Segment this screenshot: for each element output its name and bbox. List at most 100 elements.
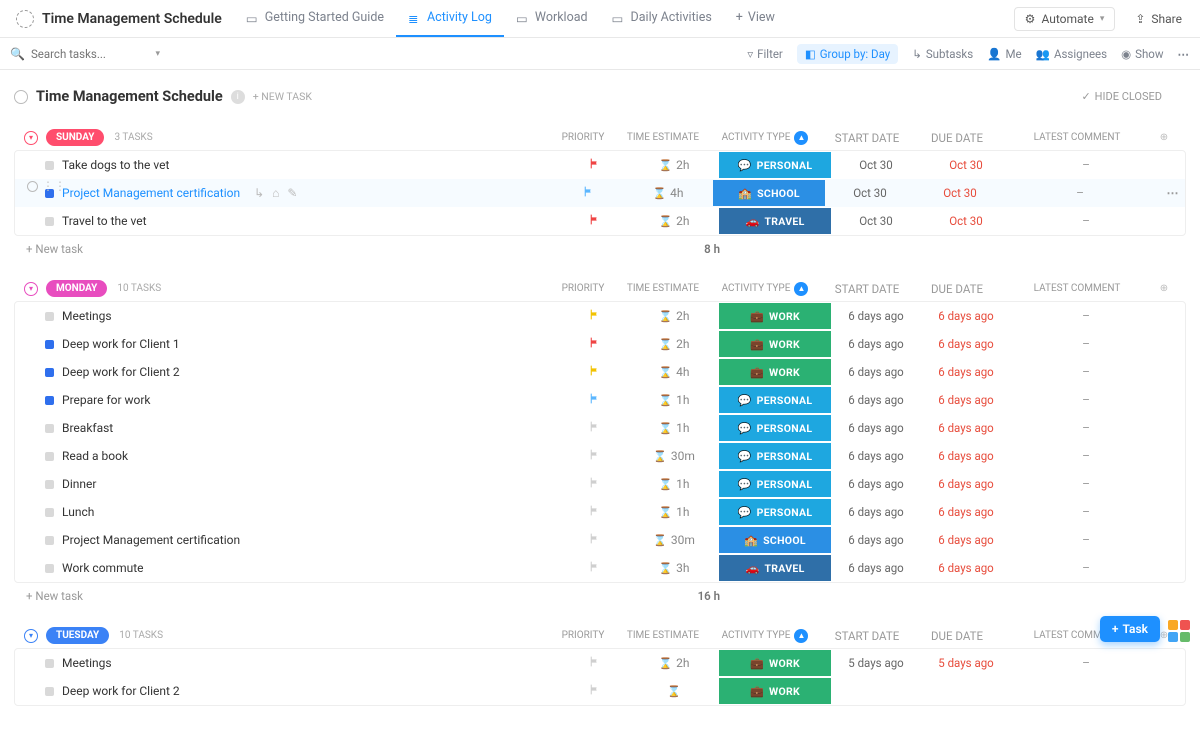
col-activity-type[interactable]: ACTIVITY TYPE▲ — [709, 131, 821, 145]
hide-closed-button[interactable]: ✓ HIDE CLOSED — [1081, 90, 1162, 103]
group-collapse-toggle[interactable]: ▾ — [24, 131, 38, 145]
col-priority[interactable]: PRIORITY — [548, 630, 618, 641]
task-name[interactable]: Work commute — [62, 561, 144, 575]
add-view-button[interactable]: + View — [724, 10, 787, 27]
due-date-cell[interactable]: 6 days ago — [921, 309, 1011, 323]
task-name[interactable]: Dinner — [62, 477, 96, 491]
chevron-down-icon[interactable]: ▾ — [155, 49, 160, 59]
latest-comment-cell[interactable]: – — [1005, 186, 1155, 200]
drag-handle-icon[interactable]: ⋮⋮ — [42, 179, 66, 193]
time-estimate-cell[interactable]: ⌛2h — [629, 337, 719, 351]
status-square[interactable] — [45, 659, 54, 668]
group-badge[interactable]: SUNDAY — [46, 129, 104, 146]
latest-comment-cell[interactable]: – — [1011, 421, 1161, 435]
task-row[interactable]: Work commute ⌛3h 🚗TRAVEL 6 days ago 6 da… — [15, 554, 1185, 582]
automate-button[interactable]: ⚙ Automate ▾ — [1014, 7, 1116, 31]
task-name[interactable]: Travel to the vet — [62, 214, 147, 228]
priority-flag[interactable] — [559, 683, 629, 699]
apps-grid-button[interactable] — [1168, 620, 1190, 642]
start-date-cell[interactable]: 6 days ago — [831, 505, 921, 519]
task-name[interactable]: Read a book — [62, 449, 128, 463]
edit-icon[interactable]: ✎ — [287, 186, 297, 200]
time-estimate-cell[interactable]: ⌛ — [629, 685, 719, 698]
activity-type-cell[interactable]: 💬PERSONAL — [719, 443, 831, 469]
task-row[interactable]: Lunch ⌛1h 💬PERSONAL 6 days ago 6 days ag… — [15, 498, 1185, 526]
activity-type-cell[interactable]: 💼WORK — [719, 303, 831, 329]
col-latest-comment[interactable]: LATEST COMMENT — [1002, 132, 1152, 143]
task-row[interactable]: Deep work for Client 2 ⌛ 💼WORK — [15, 677, 1185, 705]
new-task-floating-button[interactable]: + Task — [1100, 616, 1160, 642]
activity-type-cell[interactable]: 🚗TRAVEL — [719, 208, 831, 234]
task-name[interactable]: Prepare for work — [62, 393, 151, 407]
priority-flag[interactable] — [559, 336, 629, 352]
latest-comment-cell[interactable]: – — [1011, 656, 1161, 670]
task-name[interactable]: Deep work for Client 2 — [62, 365, 180, 379]
activity-type-cell[interactable]: 💼WORK — [719, 650, 831, 676]
due-date-cell[interactable]: 6 days ago — [921, 421, 1011, 435]
subtask-icon[interactable]: ↳ — [254, 186, 264, 200]
task-row[interactable]: Take dogs to the vet ⌛2h 💬PERSONAL Oct 3… — [15, 151, 1185, 179]
start-date-cell[interactable]: 5 days ago — [831, 656, 921, 670]
activity-type-cell[interactable]: 💬PERSONAL — [719, 415, 831, 441]
col-due-date[interactable]: DUE DATE — [912, 282, 1002, 296]
col-due-date[interactable]: DUE DATE — [912, 629, 1002, 643]
task-row[interactable]: Dinner ⌛1h 💬PERSONAL 6 days ago 6 days a… — [15, 470, 1185, 498]
assignees-button[interactable]: 👥Assignees — [1036, 47, 1107, 61]
due-date-cell[interactable]: Oct 30 — [921, 214, 1011, 228]
share-button[interactable]: ⇪ Share — [1125, 8, 1192, 30]
activity-type-cell[interactable]: 💼WORK — [719, 359, 831, 385]
latest-comment-cell[interactable]: – — [1011, 393, 1161, 407]
priority-flag[interactable] — [559, 476, 629, 492]
time-estimate-cell[interactable]: ⌛2h — [629, 656, 719, 670]
task-name[interactable]: Breakfast — [62, 421, 113, 435]
latest-comment-cell[interactable]: – — [1011, 449, 1161, 463]
start-date-cell[interactable]: 6 days ago — [831, 309, 921, 323]
due-date-cell[interactable]: 6 days ago — [921, 337, 1011, 351]
status-square[interactable] — [45, 340, 54, 349]
select-handle[interactable] — [27, 181, 38, 192]
time-estimate-cell[interactable]: ⌛4h — [623, 186, 713, 200]
latest-comment-cell[interactable]: – — [1011, 158, 1161, 172]
time-estimate-cell[interactable]: ⌛2h — [629, 214, 719, 228]
task-name[interactable]: Deep work for Client 2 — [62, 684, 180, 698]
activity-type-cell[interactable]: 🚗TRAVEL — [719, 555, 831, 581]
time-estimate-cell[interactable]: ⌛1h — [629, 477, 719, 491]
latest-comment-cell[interactable]: – — [1011, 505, 1161, 519]
start-date-cell[interactable]: 6 days ago — [831, 533, 921, 547]
time-estimate-cell[interactable]: ⌛4h — [629, 365, 719, 379]
latest-comment-cell[interactable]: – — [1011, 337, 1161, 351]
due-date-cell[interactable]: 5 days ago — [921, 656, 1011, 670]
activity-type-cell[interactable]: 🏫SCHOOL — [713, 180, 825, 206]
due-date-cell[interactable]: 6 days ago — [921, 561, 1011, 575]
tab-daily-activities[interactable]: ▭Daily Activities — [600, 0, 724, 37]
activity-type-cell[interactable]: 🏫SCHOOL — [719, 527, 831, 553]
task-name[interactable]: Lunch — [62, 505, 94, 519]
activity-type-cell[interactable]: 💬PERSONAL — [719, 471, 831, 497]
status-square[interactable] — [45, 452, 54, 461]
task-row[interactable]: Read a book ⌛30m 💬PERSONAL 6 days ago 6 … — [15, 442, 1185, 470]
task-row[interactable]: Meetings ⌛2h 💼WORK 5 days ago 5 days ago… — [15, 649, 1185, 677]
col-priority[interactable]: PRIORITY — [548, 132, 618, 143]
status-square[interactable] — [45, 424, 54, 433]
priority-flag[interactable] — [559, 213, 629, 229]
activity-type-cell[interactable]: 💬PERSONAL — [719, 152, 831, 178]
time-estimate-cell[interactable]: ⌛3h — [629, 561, 719, 575]
priority-flag[interactable] — [559, 157, 629, 173]
priority-flag[interactable] — [559, 560, 629, 576]
new-task-inline[interactable]: + New task — [26, 242, 83, 256]
task-row[interactable]: Travel to the vet ⌛2h 🚗TRAVEL Oct 30 Oct… — [15, 207, 1185, 235]
activity-type-cell[interactable]: 💼WORK — [719, 331, 831, 357]
group-collapse-toggle[interactable]: ▾ — [24, 629, 38, 643]
activity-type-cell[interactable]: 💬PERSONAL — [719, 387, 831, 413]
task-row[interactable]: Project Management certification ↳⌂✎ ⌛4h… — [15, 179, 1185, 207]
col-latest-comment[interactable]: LATEST COMMENT — [1002, 283, 1152, 294]
start-date-cell[interactable]: 6 days ago — [831, 449, 921, 463]
time-estimate-cell[interactable]: ⌛1h — [629, 505, 719, 519]
status-square[interactable] — [45, 312, 54, 321]
task-row[interactable]: Deep work for Client 2 ⌛4h 💼WORK 6 days … — [15, 358, 1185, 386]
time-estimate-cell[interactable]: ⌛30m — [629, 449, 719, 463]
priority-flag[interactable] — [559, 504, 629, 520]
priority-flag[interactable] — [559, 420, 629, 436]
latest-comment-cell[interactable]: – — [1011, 477, 1161, 491]
due-date-cell[interactable]: 6 days ago — [921, 533, 1011, 547]
